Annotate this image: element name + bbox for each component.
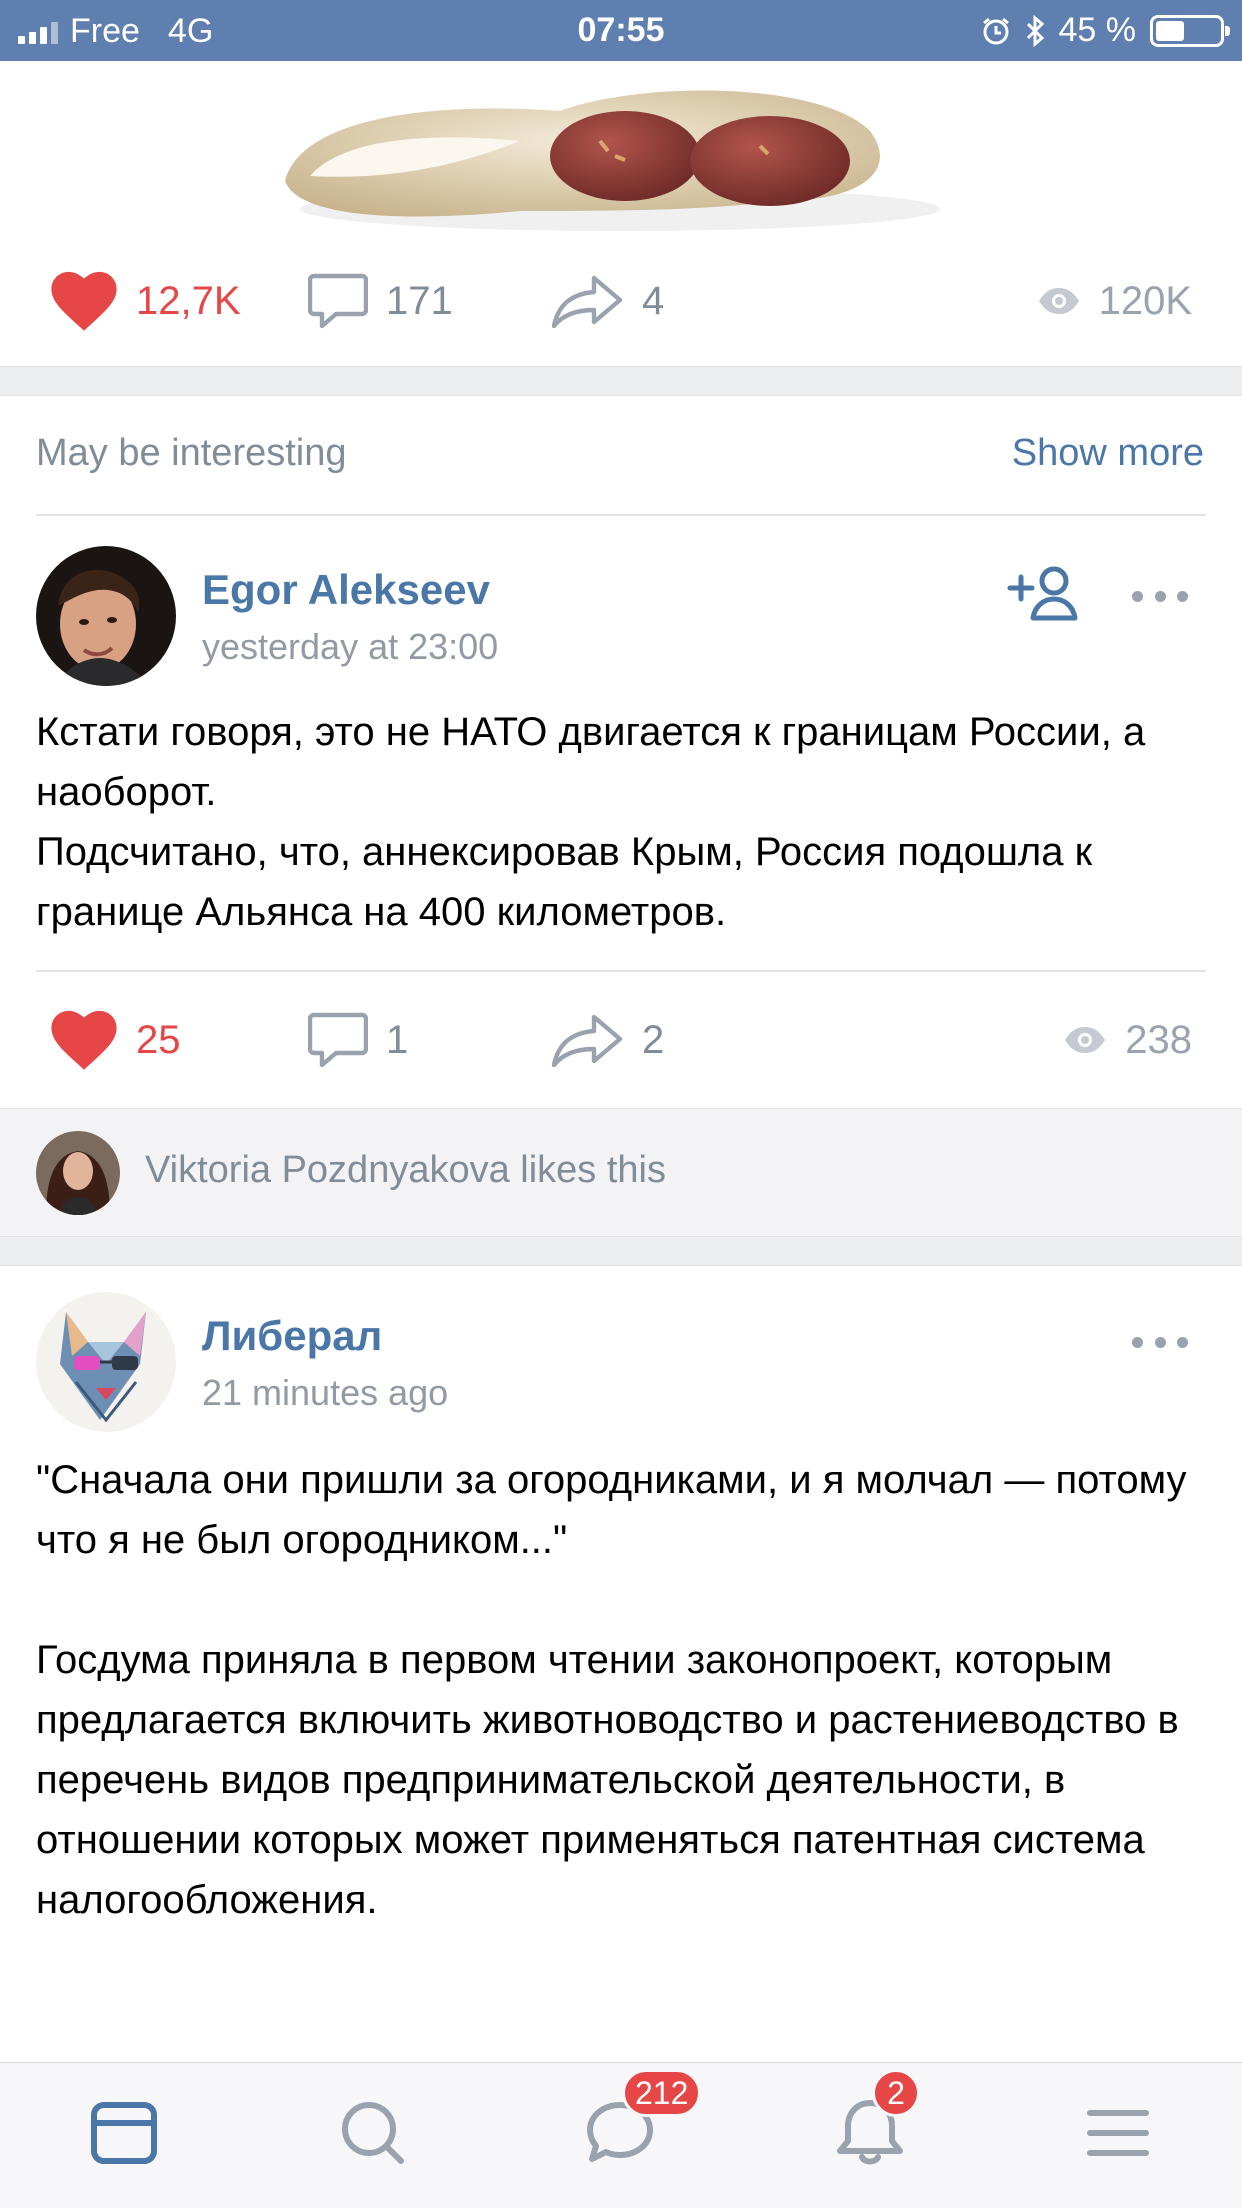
heart-icon xyxy=(51,1010,117,1070)
liked-by-text: Viktoria Pozdnyakova likes this xyxy=(145,1149,666,1191)
post-time: 21 minutes ago xyxy=(202,1372,449,1413)
post2-header: Либерал 21 minutes ago xyxy=(0,1292,1242,1442)
show-more-link[interactable]: Show more xyxy=(1012,432,1204,475)
post-text: Кстати говоря, это не НАТО двигается к г… xyxy=(36,710,1146,934)
post-image[interactable] xyxy=(0,61,1242,231)
divider xyxy=(36,514,1206,516)
shares-count: 2 xyxy=(642,1017,665,1062)
bluetooth-icon xyxy=(1026,14,1044,47)
battery-icon xyxy=(1150,14,1230,47)
add-friend-icon[interactable] xyxy=(1006,564,1082,622)
news-tab-icon xyxy=(91,2102,157,2164)
tab-messages[interactable]: 212 xyxy=(580,2069,702,2173)
views-counter: 238 xyxy=(1063,985,1192,1095)
heart-icon xyxy=(51,271,117,331)
tab-news[interactable] xyxy=(84,2093,164,2173)
views-counter: 120K xyxy=(1037,246,1192,356)
post-actions-top: 12,7K 171 4 120K xyxy=(0,246,1242,356)
feed-separator xyxy=(0,366,1242,396)
status-bar: Free 4G 07:55 45 % xyxy=(0,0,1242,61)
liked-by-row[interactable]: Viktoria Pozdnyakova likes this xyxy=(0,1108,1242,1236)
avatar xyxy=(36,1131,120,1215)
post-author[interactable]: Либерал xyxy=(202,1312,382,1360)
divider xyxy=(36,970,1206,972)
likes-count: 12,7K xyxy=(136,278,241,323)
views-count: 120K xyxy=(1098,278,1192,323)
comment-button[interactable]: 171 xyxy=(308,246,453,356)
more-icon[interactable] xyxy=(1132,586,1188,606)
battery-percent: 45 % xyxy=(1058,11,1137,49)
share-button[interactable]: 4 xyxy=(552,246,664,356)
share-icon xyxy=(552,1014,623,1067)
tab-search[interactable] xyxy=(333,2093,413,2173)
recommendations-header: May be interesting Show more xyxy=(0,396,1242,514)
share-icon xyxy=(552,275,623,328)
comment-button[interactable]: 1 xyxy=(308,985,408,1095)
post1-header: Egor Alekseev yesterday at 23:00 xyxy=(0,546,1242,696)
like-button[interactable]: 25 xyxy=(50,985,181,1095)
post-author[interactable]: Egor Alekseev xyxy=(202,566,490,614)
notifications-badge: 2 xyxy=(872,2069,920,2117)
comment-icon xyxy=(308,1012,368,1068)
alarm-icon xyxy=(982,17,1009,44)
eye-icon xyxy=(1038,288,1079,314)
avatar[interactable] xyxy=(36,546,176,686)
messages-badge: 212 xyxy=(622,2069,702,2117)
comments-count: 1 xyxy=(386,1017,409,1062)
menu-tab-icon xyxy=(1087,2110,1149,2156)
share-button[interactable]: 2 xyxy=(552,985,664,1095)
tab-notifications[interactable]: 2 xyxy=(830,2069,920,2173)
tab-menu[interactable] xyxy=(1078,2093,1158,2173)
feed-separator xyxy=(0,1236,1242,1266)
shares-count: 4 xyxy=(642,278,665,323)
more-icon[interactable] xyxy=(1132,1332,1188,1352)
views-count: 238 xyxy=(1125,1017,1192,1062)
eye-icon xyxy=(1065,1027,1106,1053)
comments-count: 171 xyxy=(386,278,453,323)
recommendations-title: May be interesting xyxy=(36,432,347,474)
post-text: "Сначала они пришли за огородниками, и я… xyxy=(36,1458,1187,1922)
like-button[interactable]: 12,7K xyxy=(50,246,241,356)
likes-count: 25 xyxy=(136,1017,181,1062)
post-time: yesterday at 23:00 xyxy=(202,626,499,667)
avatar[interactable] xyxy=(36,1292,176,1432)
search-tab-icon xyxy=(342,2102,404,2164)
tab-bar: 212 2 xyxy=(0,2062,1242,2208)
comment-icon xyxy=(308,273,368,329)
post1-actions: 25 1 2 238 xyxy=(0,985,1242,1095)
